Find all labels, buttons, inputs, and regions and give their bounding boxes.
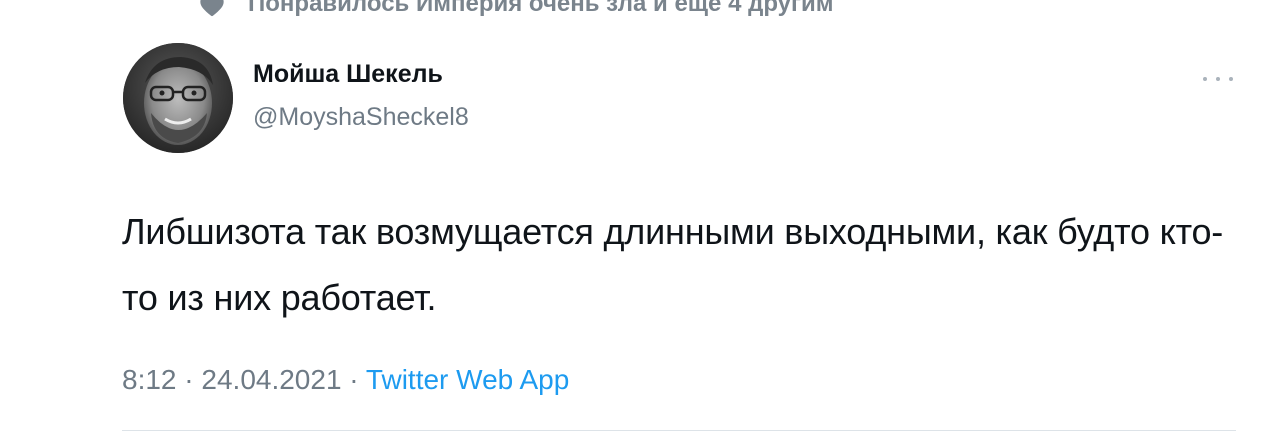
meta-separator: · [341,364,366,395]
more-dot [1216,77,1220,81]
avatar-photo [123,43,233,153]
more-dot [1203,77,1207,81]
more-dot [1229,77,1233,81]
author-name[interactable]: Мойша Шекель [253,60,443,89]
heart-icon [200,0,224,17]
more-dots-icon[interactable] [1203,72,1233,86]
avatar[interactable] [123,43,233,153]
tweet-time[interactable]: 8:12 [122,364,177,395]
social-context-text: Понравилось Империя очень зла и еще 4 др… [248,0,834,17]
tweet-text: Либшизота так возмущается длинными выход… [122,211,1224,318]
tweet-source-link[interactable]: Twitter Web App [366,364,569,395]
meta-separator: · [176,364,202,395]
author-handle[interactable]: @MoyshaSheckel8 [253,103,469,132]
tweet-date[interactable]: 24.04.2021 [201,364,341,395]
social-context[interactable]: Понравилось Империя очень зла и еще 4 др… [198,0,834,22]
divider [122,430,1236,431]
tweet-meta: 8:12 · 24.04.2021 · Twitter Web App [122,364,569,396]
